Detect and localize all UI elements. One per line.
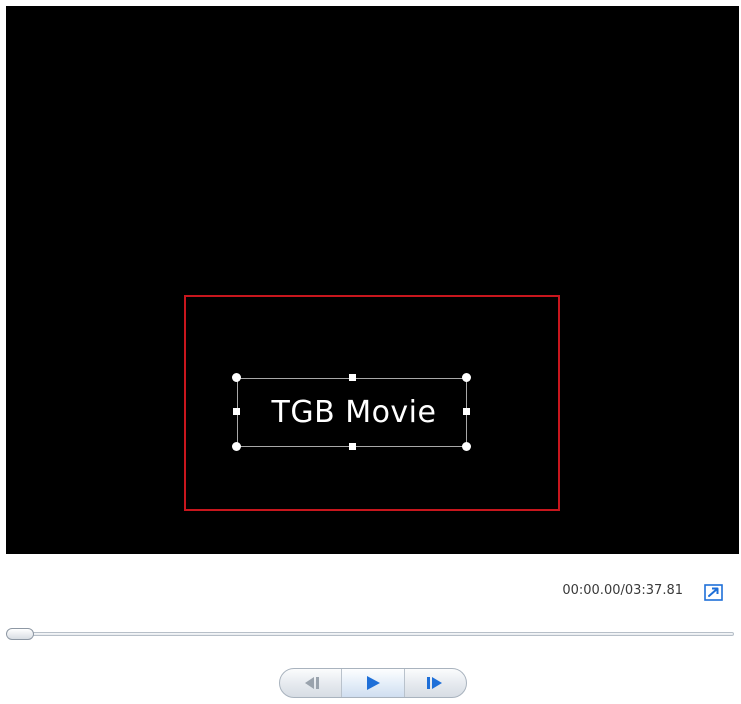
resize-handle-top-right[interactable] (462, 373, 471, 382)
next-frame-button[interactable] (403, 669, 466, 697)
resize-handle-left[interactable] (233, 408, 240, 415)
resize-handle-bottom[interactable] (349, 443, 356, 450)
title-text-box[interactable]: TGB Movie (237, 378, 467, 447)
previous-frame-icon (304, 677, 319, 689)
time-display: 00:00.00/03:37.81 (562, 583, 683, 598)
seek-bar-thumb[interactable] (6, 628, 34, 640)
expand-preview-icon (704, 584, 723, 601)
video-preview-area[interactable]: TGB Movie (6, 6, 739, 554)
previous-frame-button[interactable] (280, 669, 341, 697)
playback-controls (279, 668, 467, 698)
resize-handle-bottom-left[interactable] (232, 442, 241, 451)
title-caption-text[interactable]: TGB Movie (272, 395, 437, 430)
resize-handle-top-left[interactable] (232, 373, 241, 382)
next-frame-icon (427, 677, 443, 689)
expand-preview-button[interactable] (704, 584, 723, 601)
resize-handle-bottom-right[interactable] (462, 442, 471, 451)
play-icon (366, 676, 380, 690)
resize-handle-top[interactable] (349, 374, 356, 381)
resize-handle-right[interactable] (463, 408, 470, 415)
play-button[interactable] (341, 669, 404, 697)
seek-bar-track[interactable] (8, 632, 734, 636)
